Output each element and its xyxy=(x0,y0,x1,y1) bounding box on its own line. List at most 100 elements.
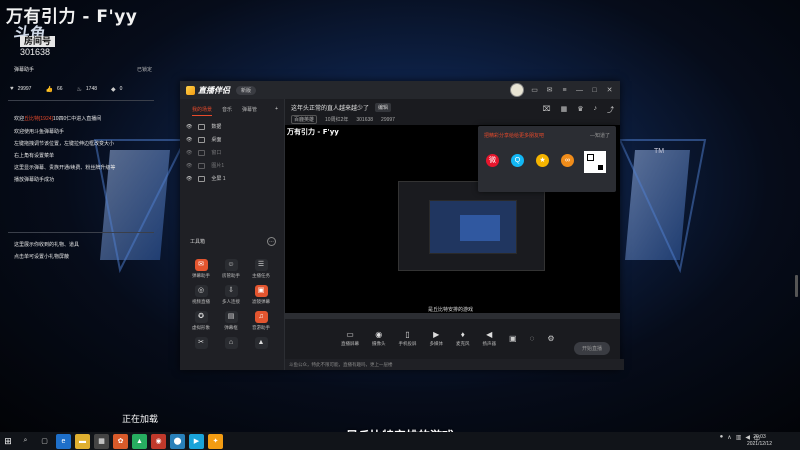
video-icon: ◎ xyxy=(194,285,208,297)
tab-music[interactable]: 音乐 xyxy=(222,106,232,116)
lock-icon[interactable] xyxy=(198,149,206,156)
tool-danmu-helper[interactable]: ✉ 弹幕助手 xyxy=(186,259,216,279)
maximize-icon[interactable]: □ xyxy=(590,86,599,95)
bell-icon[interactable]: ♪ xyxy=(594,105,598,115)
camera-icon: ◉ xyxy=(375,329,383,339)
live-companion-window[interactable]: 直播伴侣 新版 ▭ ✉ ≡ — □ ✕ 我的场景 音乐 弹幕管 + 👁 数据 👁 桌… xyxy=(180,81,624,370)
add-icon[interactable]: + xyxy=(275,106,278,116)
lock-icon[interactable] xyxy=(198,175,206,182)
gear-icon[interactable]: ⚙ xyxy=(547,334,554,343)
media-button[interactable]: ▶ 多媒体 xyxy=(430,330,444,347)
tab-scenes[interactable]: 我的场景 xyxy=(192,106,213,116)
tool-room-admin[interactable]: ☺ 房管助手 xyxy=(216,259,246,279)
play-icon: ▶ xyxy=(433,329,440,339)
gift-overlay[interactable]: 这里展示你收到的礼物、道具 点击单可设置小礼物屏蔽 xyxy=(0,226,162,263)
list-item[interactable]: 👁 全屏 1 xyxy=(180,172,284,185)
windows-start-icon[interactable]: ⊞ xyxy=(0,432,16,450)
start-live-button[interactable]: 开始直播 xyxy=(573,342,610,355)
more-icon[interactable]: … xyxy=(267,237,276,246)
list-item[interactable]: 👁 图片1 xyxy=(180,159,284,172)
chevron-up-icon[interactable]: ∧ xyxy=(727,434,731,443)
eye-icon[interactable]: 👁 xyxy=(186,163,192,169)
monitor-icon: ▭ xyxy=(346,329,354,339)
menu-icon[interactable]: ≡ xyxy=(560,86,569,95)
nested-preview-innermost xyxy=(460,215,500,241)
link-icon[interactable]: ∞ xyxy=(561,154,574,167)
tool-game[interactable]: ✂ xyxy=(186,337,216,349)
status-bar: 斗鱼公众，特此不限可能，直播有趣吗，更上一层楼 xyxy=(285,359,624,370)
version-badge[interactable]: 新版 xyxy=(236,85,257,95)
share-popup[interactable]: 把精彩分享给给更多朋友吧 —知道了 微 Q ★ ∞ xyxy=(478,126,616,192)
tool-danmu-box[interactable]: ▤ 弹幕框 xyxy=(216,311,246,331)
room-category[interactable]: 百鹿英雄 xyxy=(291,115,318,124)
tool-stamp[interactable]: ⌂ xyxy=(216,337,246,349)
close-icon[interactable]: ✕ xyxy=(605,86,614,95)
edge-icon[interactable]: e xyxy=(56,433,71,449)
mail-icon[interactable]: ✉ xyxy=(545,86,554,95)
source-strip[interactable] xyxy=(285,313,620,319)
room-title[interactable]: 这年头正常的直人越来越少了 xyxy=(291,103,369,112)
tool-multi-link[interactable]: ⇩ 多人连接 xyxy=(216,285,246,305)
overlay-lock-status[interactable]: 已锁定 xyxy=(137,66,152,76)
box-icon: ▤ xyxy=(224,311,238,323)
edit-button[interactable]: 编辑 xyxy=(375,103,392,112)
taskbar-clock[interactable]: 20:03 2021/12/12 xyxy=(747,434,772,448)
minimize-icon[interactable]: — xyxy=(575,86,584,95)
tool-rank[interactable]: ▲ xyxy=(246,337,276,349)
mic-button[interactable]: ♦ 麦克风 xyxy=(456,330,470,347)
lock-icon[interactable] xyxy=(198,162,206,169)
eye-icon[interactable]: 👁 xyxy=(186,137,192,143)
app2-icon[interactable]: ▲ xyxy=(132,433,147,449)
danmu-overlay[interactable]: 弹幕助手 已锁定 ♥ 29997 👍 66 ♨ 1748 ◆ 0 欢迎丘比特[1924]… xyxy=(0,62,162,186)
eye-icon[interactable]: 👁 xyxy=(186,176,192,182)
app4-icon[interactable]: ⬤ xyxy=(170,433,185,449)
tool-filter[interactable]: ▣ 滤镜弹幕 xyxy=(246,285,276,305)
eye-settings-icon[interactable]: ◌ xyxy=(530,334,535,343)
loading-text: 正在加载 xyxy=(122,414,159,424)
screen-capture-button[interactable]: ▭ 直播屏幕 xyxy=(341,330,359,347)
qzone-icon[interactable]: ★ xyxy=(536,154,549,167)
eye-icon[interactable]: 👁 xyxy=(186,150,192,156)
task-view-icon[interactable]: ▢ xyxy=(37,434,52,449)
tool-avatar[interactable]: ✪ 虚拟形象 xyxy=(186,311,216,331)
camera-button[interactable]: ◉ 摄像头 xyxy=(372,330,386,347)
network-icon[interactable]: ▥ xyxy=(736,434,742,443)
store-icon[interactable]: ▦ xyxy=(94,433,109,449)
weibo-icon[interactable]: 微 xyxy=(486,154,499,167)
list-item[interactable]: 👁 桌面 xyxy=(180,133,284,146)
record-icon[interactable]: ▣ xyxy=(509,334,517,343)
gift-box-icon[interactable]: ⌧ xyxy=(543,105,551,115)
room-hot: 29997 xyxy=(381,116,395,123)
screen-icon[interactable]: ▭ xyxy=(530,86,539,95)
grid-icon[interactable]: ▦ xyxy=(561,105,568,115)
side-scroll-handle[interactable] xyxy=(795,275,798,297)
eye-icon[interactable]: 👁 xyxy=(186,124,192,130)
app-titlebar[interactable]: 直播伴侣 新版 ▭ ✉ ≡ — □ ✕ xyxy=(180,81,620,99)
lock-icon[interactable] xyxy=(198,136,206,143)
share-icon[interactable]: ⤴ xyxy=(607,105,614,115)
avatar[interactable] xyxy=(510,83,524,97)
tool-music[interactable]: ♫ 音游助手 xyxy=(246,311,276,331)
app1-icon[interactable]: ✿ xyxy=(113,433,128,449)
app3-icon[interactable]: ◉ xyxy=(151,433,166,449)
search-icon[interactable]: ⌕ xyxy=(18,434,33,449)
list-item[interactable]: 👁 数据 xyxy=(180,120,284,133)
tool-tasks[interactable]: ☰ 主播任务 xyxy=(246,259,276,279)
task-icon: ☰ xyxy=(254,259,268,271)
speaker-button[interactable]: ◀ 扬声器 xyxy=(483,330,497,347)
game-icon: ✂ xyxy=(194,337,208,349)
list-item[interactable]: 👁 窗口 xyxy=(180,146,284,159)
main-panel: 这年头正常的直人越来越少了 编辑 百鹿英雄 10周红2年 301638 2999… xyxy=(285,99,624,370)
trophy-icon[interactable]: ♛ xyxy=(577,105,583,115)
phone-cast-button[interactable]: ▯ 手机投屏 xyxy=(399,330,417,347)
rank-icon: ▲ xyxy=(254,337,268,349)
tray-app-icon[interactable]: ● xyxy=(720,434,724,443)
tool-video-live[interactable]: ◎ 视频直播 xyxy=(186,285,216,305)
tab-danmu[interactable]: 弹幕管 xyxy=(242,106,257,116)
file-explorer-icon[interactable]: ▬ xyxy=(75,433,90,449)
lock-icon[interactable] xyxy=(198,123,206,130)
qq-icon[interactable]: Q xyxy=(511,154,524,167)
share-close-button[interactable]: —知道了 xyxy=(590,132,610,139)
app5-icon[interactable]: ▶ xyxy=(189,433,204,449)
live-companion-taskbar-icon[interactable]: ✦ xyxy=(208,433,223,449)
